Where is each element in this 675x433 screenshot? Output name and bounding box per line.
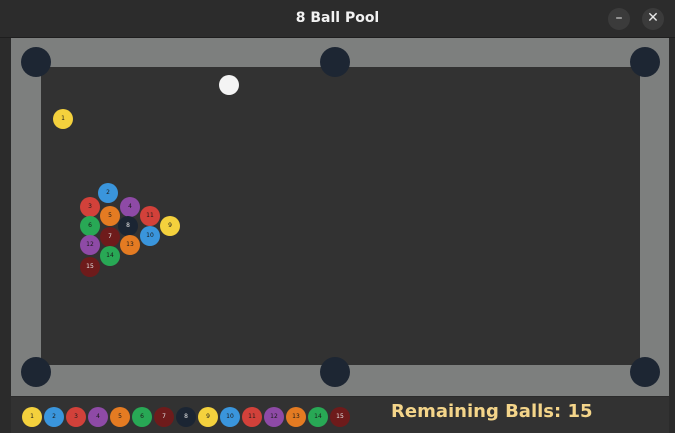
window-title: 8 Ball Pool	[295, 10, 380, 26]
close-button[interactable]: ✕	[642, 8, 664, 30]
ball-10: 10	[140, 226, 160, 246]
ball-12: 12	[80, 235, 100, 255]
ball-1: 1	[53, 109, 73, 129]
tray-ball-10: 10	[220, 407, 240, 427]
tray-ball-3: 3	[66, 407, 86, 427]
tray-ball-12: 12	[264, 407, 284, 427]
tray-ball-15: 15	[330, 407, 350, 427]
remaining-balls-counter: Remaining Balls: 15	[391, 401, 593, 422]
ball-11: 11	[140, 206, 160, 226]
minimize-button[interactable]: –	[608, 8, 630, 30]
ball-4: 4	[120, 197, 140, 217]
pool-table[interactable]: 1 2 3 4 5 6 7 8 9 10 11 12 13 14 15	[11, 38, 669, 396]
ball-13: 13	[120, 235, 140, 255]
ball-2: 2	[98, 183, 118, 203]
tray-ball-2: 2	[44, 407, 64, 427]
tray-ball-9: 9	[198, 407, 218, 427]
title-bar: 8 Ball Pool – ✕	[0, 0, 675, 38]
tray-ball-14: 14	[308, 407, 328, 427]
tray-ball-7: 7	[154, 407, 174, 427]
tray-ball-13: 13	[286, 407, 306, 427]
ball-5: 5	[100, 206, 120, 226]
tray-ball-8: 8	[176, 407, 196, 427]
ball-15: 15	[80, 257, 100, 277]
ball-14: 14	[100, 246, 120, 266]
ball-7: 7	[100, 227, 120, 247]
ball-8: 8	[118, 216, 138, 236]
tray-ball-11: 11	[242, 407, 262, 427]
tray-ball-1: 1	[22, 407, 42, 427]
pocket-top-middle	[320, 47, 350, 77]
tray-ball-5: 5	[110, 407, 130, 427]
cue-ball[interactable]	[219, 75, 239, 95]
pocket-top-right	[630, 47, 660, 77]
status-bar: 1 2 3 4 5 6 7 8 9 10 11 12 13 14 15 Remaining Balls: 1…	[11, 397, 669, 433]
tray-ball-6: 6	[132, 407, 152, 427]
pocket-bottom-middle	[320, 357, 350, 387]
pocket-top-left	[21, 47, 51, 77]
ball-3: 3	[80, 197, 100, 217]
ball-6: 6	[80, 216, 100, 236]
tray-ball-4: 4	[88, 407, 108, 427]
pocket-bottom-right	[630, 357, 660, 387]
ball-9: 9	[160, 216, 180, 236]
pocket-bottom-left	[21, 357, 51, 387]
